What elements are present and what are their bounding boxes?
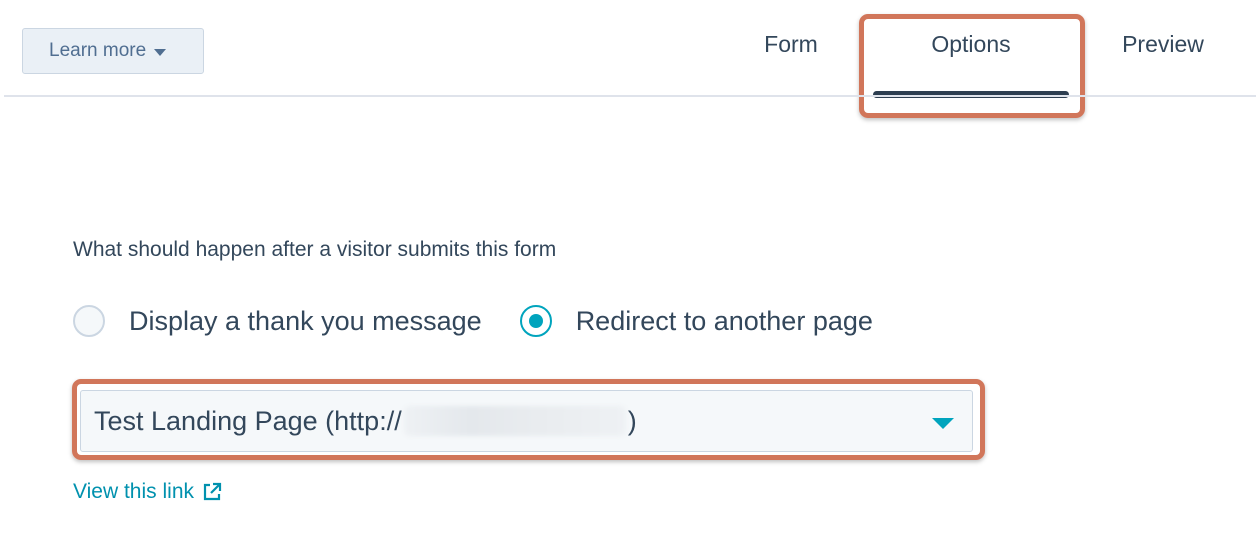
redirect-select-value-prefix: Test Landing Page (http:// xyxy=(94,405,402,436)
caret-down-icon xyxy=(932,418,954,429)
radio-button-checked[interactable] xyxy=(519,305,552,337)
header-divider xyxy=(4,95,1256,97)
submit-action-question: What should happen after a visitor submi… xyxy=(73,238,557,261)
radio-thank-you-label: Display a thank you message xyxy=(129,305,482,336)
tab-form[interactable]: Form xyxy=(740,0,842,96)
external-link-icon xyxy=(203,482,222,501)
top-bar: Learn more Form Options Preview xyxy=(0,0,1260,118)
submit-action-radio-group: Display a thank you message Redirect to … xyxy=(73,298,873,344)
radio-redirect-page[interactable]: Redirect to another page xyxy=(519,305,873,337)
redacted-url xyxy=(403,406,626,436)
tab-form-label: Form xyxy=(764,30,818,57)
learn-more-label: Learn more xyxy=(49,40,147,61)
redirect-page-select[interactable]: Test Landing Page (http:// ) xyxy=(80,390,973,452)
tab-preview[interactable]: Preview xyxy=(1100,0,1226,96)
tab-preview-label: Preview xyxy=(1122,30,1204,57)
view-link-label: View this link xyxy=(73,480,194,503)
caret-down-icon xyxy=(154,48,167,56)
view-this-link[interactable]: View this link xyxy=(73,480,222,504)
tab-options[interactable]: Options xyxy=(868,0,1074,96)
radio-thank-you-message[interactable]: Display a thank you message xyxy=(73,305,482,337)
tab-options-label: Options xyxy=(931,30,1011,57)
redirect-select-value-suffix: ) xyxy=(627,405,637,436)
radio-redirect-label: Redirect to another page xyxy=(575,305,873,336)
radio-button-unchecked[interactable] xyxy=(73,305,105,337)
learn-more-button[interactable]: Learn more xyxy=(22,28,204,74)
